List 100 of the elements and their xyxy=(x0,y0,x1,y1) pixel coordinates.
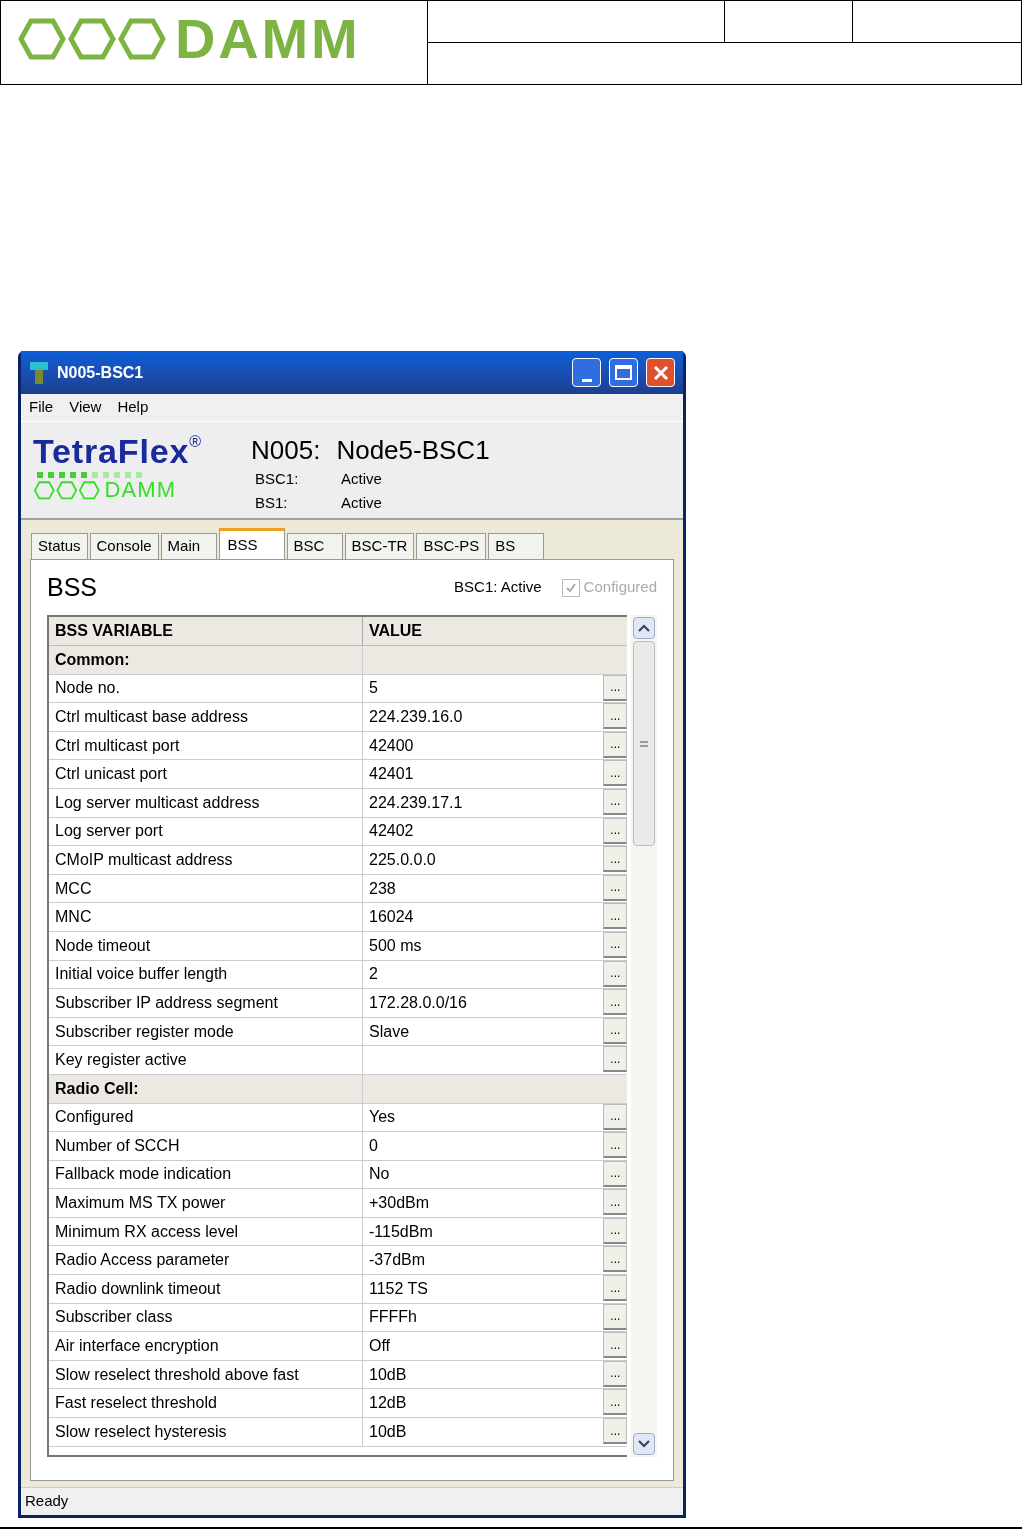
panel-status: BSC1: Active xyxy=(454,577,542,598)
table-cell-text: +30dBm xyxy=(368,1193,431,1214)
table-cell: Air interface encryption xyxy=(49,1332,363,1360)
table-cell: Node timeout xyxy=(49,931,363,960)
menu-item[interactable]: View xyxy=(69,396,102,419)
chevron-down-icon xyxy=(638,1440,651,1448)
scroll-up-button[interactable] xyxy=(633,617,656,639)
edit-button[interactable]: ... xyxy=(603,1017,628,1044)
edit-button[interactable]: ... xyxy=(603,874,628,901)
table-cell: Slow reselect threshold above fast xyxy=(49,1360,363,1389)
edit-button[interactable]: ... xyxy=(603,788,628,815)
section-cell: Common: xyxy=(49,646,363,674)
node-name: Node5-BSC1 xyxy=(336,434,490,467)
section-cell: Radio Cell: xyxy=(49,1074,363,1103)
table-cell: Log server port xyxy=(49,817,363,846)
table-cell: Radio downlink timeout xyxy=(49,1275,363,1303)
edit-button[interactable]: ... xyxy=(603,703,628,730)
column-header: VALUE xyxy=(368,621,424,641)
scrollbar[interactable] xyxy=(631,615,657,1457)
table-cell: Initial voice buffer length xyxy=(49,960,363,989)
table-cell-text: 0 xyxy=(368,1135,379,1156)
tab[interactable]: Console xyxy=(89,533,159,559)
edit-button[interactable]: ... xyxy=(603,1160,628,1187)
tab[interactable]: BS xyxy=(488,533,545,559)
table-cell-text: No xyxy=(368,1164,391,1185)
edit-button[interactable]: ... xyxy=(603,817,628,844)
tab[interactable]: Status xyxy=(31,533,88,559)
table-cell-text: 42402 xyxy=(368,821,415,842)
brand-name: TetraFlex xyxy=(33,434,190,468)
brand-sub: DAMM xyxy=(104,479,177,501)
panel-title: BSS xyxy=(47,571,99,603)
tab[interactable]: Main xyxy=(160,533,217,559)
table-cell: Configured xyxy=(49,1103,363,1132)
table-cell-text: 225.0.0.0 xyxy=(368,849,437,870)
edit-button[interactable]: ... xyxy=(603,1303,628,1330)
status-value: Active xyxy=(341,492,382,513)
table-cell-text: Yes xyxy=(368,1107,397,1128)
table-cell-text: 42401 xyxy=(368,764,415,785)
table-cell: Subscriber IP address segment xyxy=(49,989,363,1017)
edit-button[interactable]: ... xyxy=(603,960,628,987)
minimize-button[interactable] xyxy=(572,358,601,387)
edit-button[interactable]: ... xyxy=(603,760,628,787)
table-cell: Minimum RX access level xyxy=(49,1217,363,1246)
table-cell: Node no. xyxy=(49,674,363,703)
edit-button[interactable]: ... xyxy=(603,1418,628,1445)
table-cell: MNC xyxy=(49,903,363,931)
table-cell-text: 224.239.16.0 xyxy=(368,707,464,727)
edit-button[interactable]: ... xyxy=(603,903,628,930)
tab[interactable]: BSC-TR xyxy=(344,533,415,559)
edit-button[interactable]: ... xyxy=(603,731,628,758)
table-cell-text: 500 ms xyxy=(368,935,423,956)
table-cell-text: 5 xyxy=(368,678,379,699)
chevron-up-icon xyxy=(638,624,651,632)
app-icon xyxy=(29,360,49,385)
tab[interactable]: BSC xyxy=(286,533,343,559)
edit-button[interactable]: ... xyxy=(603,1360,628,1387)
edit-button[interactable]: ... xyxy=(603,846,628,873)
edit-button[interactable]: ... xyxy=(603,1275,628,1302)
edit-button[interactable]: ... xyxy=(603,1103,628,1130)
checkbox-label: Configured xyxy=(583,577,657,598)
tab[interactable]: BSC-PS xyxy=(416,533,487,559)
edit-button[interactable]: ... xyxy=(603,674,628,701)
menu-item[interactable]: File xyxy=(29,396,54,419)
window-title: N005-BSC1 xyxy=(57,362,145,383)
tab[interactable]: BSS xyxy=(218,528,285,559)
table-cell: Fallback mode indication xyxy=(49,1160,363,1189)
scroll-down-button[interactable] xyxy=(633,1433,656,1455)
registered-mark: ® xyxy=(189,434,202,450)
logo-text: DAMM xyxy=(175,10,361,67)
table-cell: Radio Access parameter xyxy=(49,1246,363,1275)
check-icon xyxy=(564,581,577,594)
table-cell-text: 16024 xyxy=(368,907,415,928)
table-cell: Fast reselect threshold xyxy=(49,1389,363,1418)
table-cell-text: 238 xyxy=(368,878,397,899)
table-cell-text: -37dBm xyxy=(368,1250,427,1271)
column-header: BSS VARIABLE xyxy=(49,617,363,645)
edit-button[interactable]: ... xyxy=(603,1132,628,1159)
close-icon xyxy=(652,364,669,381)
table-cell: Ctrl multicast base address xyxy=(49,703,363,731)
edit-button[interactable]: ... xyxy=(603,989,628,1016)
edit-button[interactable]: ... xyxy=(603,1217,628,1244)
table-cell: Slow reselect hysteresis xyxy=(49,1418,363,1446)
table-cell-text: Off xyxy=(368,1336,392,1357)
table-cell-text: 1152 TS xyxy=(368,1278,429,1299)
table-cell-text: -115dBm xyxy=(368,1221,434,1242)
close-button[interactable] xyxy=(646,358,675,387)
edit-button[interactable]: ... xyxy=(603,1389,628,1416)
table-cell-text: Slave xyxy=(368,1021,411,1042)
edit-button[interactable]: ... xyxy=(603,1189,628,1216)
edit-button[interactable]: ... xyxy=(603,1332,628,1359)
maximize-button[interactable] xyxy=(609,358,638,387)
table-cell: Maximum MS TX power xyxy=(49,1189,363,1217)
menu-item[interactable]: Help xyxy=(117,396,149,419)
table-cell: MCC xyxy=(49,874,363,903)
status-label: BSC1: xyxy=(255,468,300,489)
table-cell-text: 10dB xyxy=(368,1421,408,1442)
edit-button[interactable]: ... xyxy=(603,1046,628,1073)
scroll-thumb[interactable] xyxy=(633,641,656,846)
edit-button[interactable]: ... xyxy=(603,1246,628,1273)
edit-button[interactable]: ... xyxy=(603,931,628,958)
